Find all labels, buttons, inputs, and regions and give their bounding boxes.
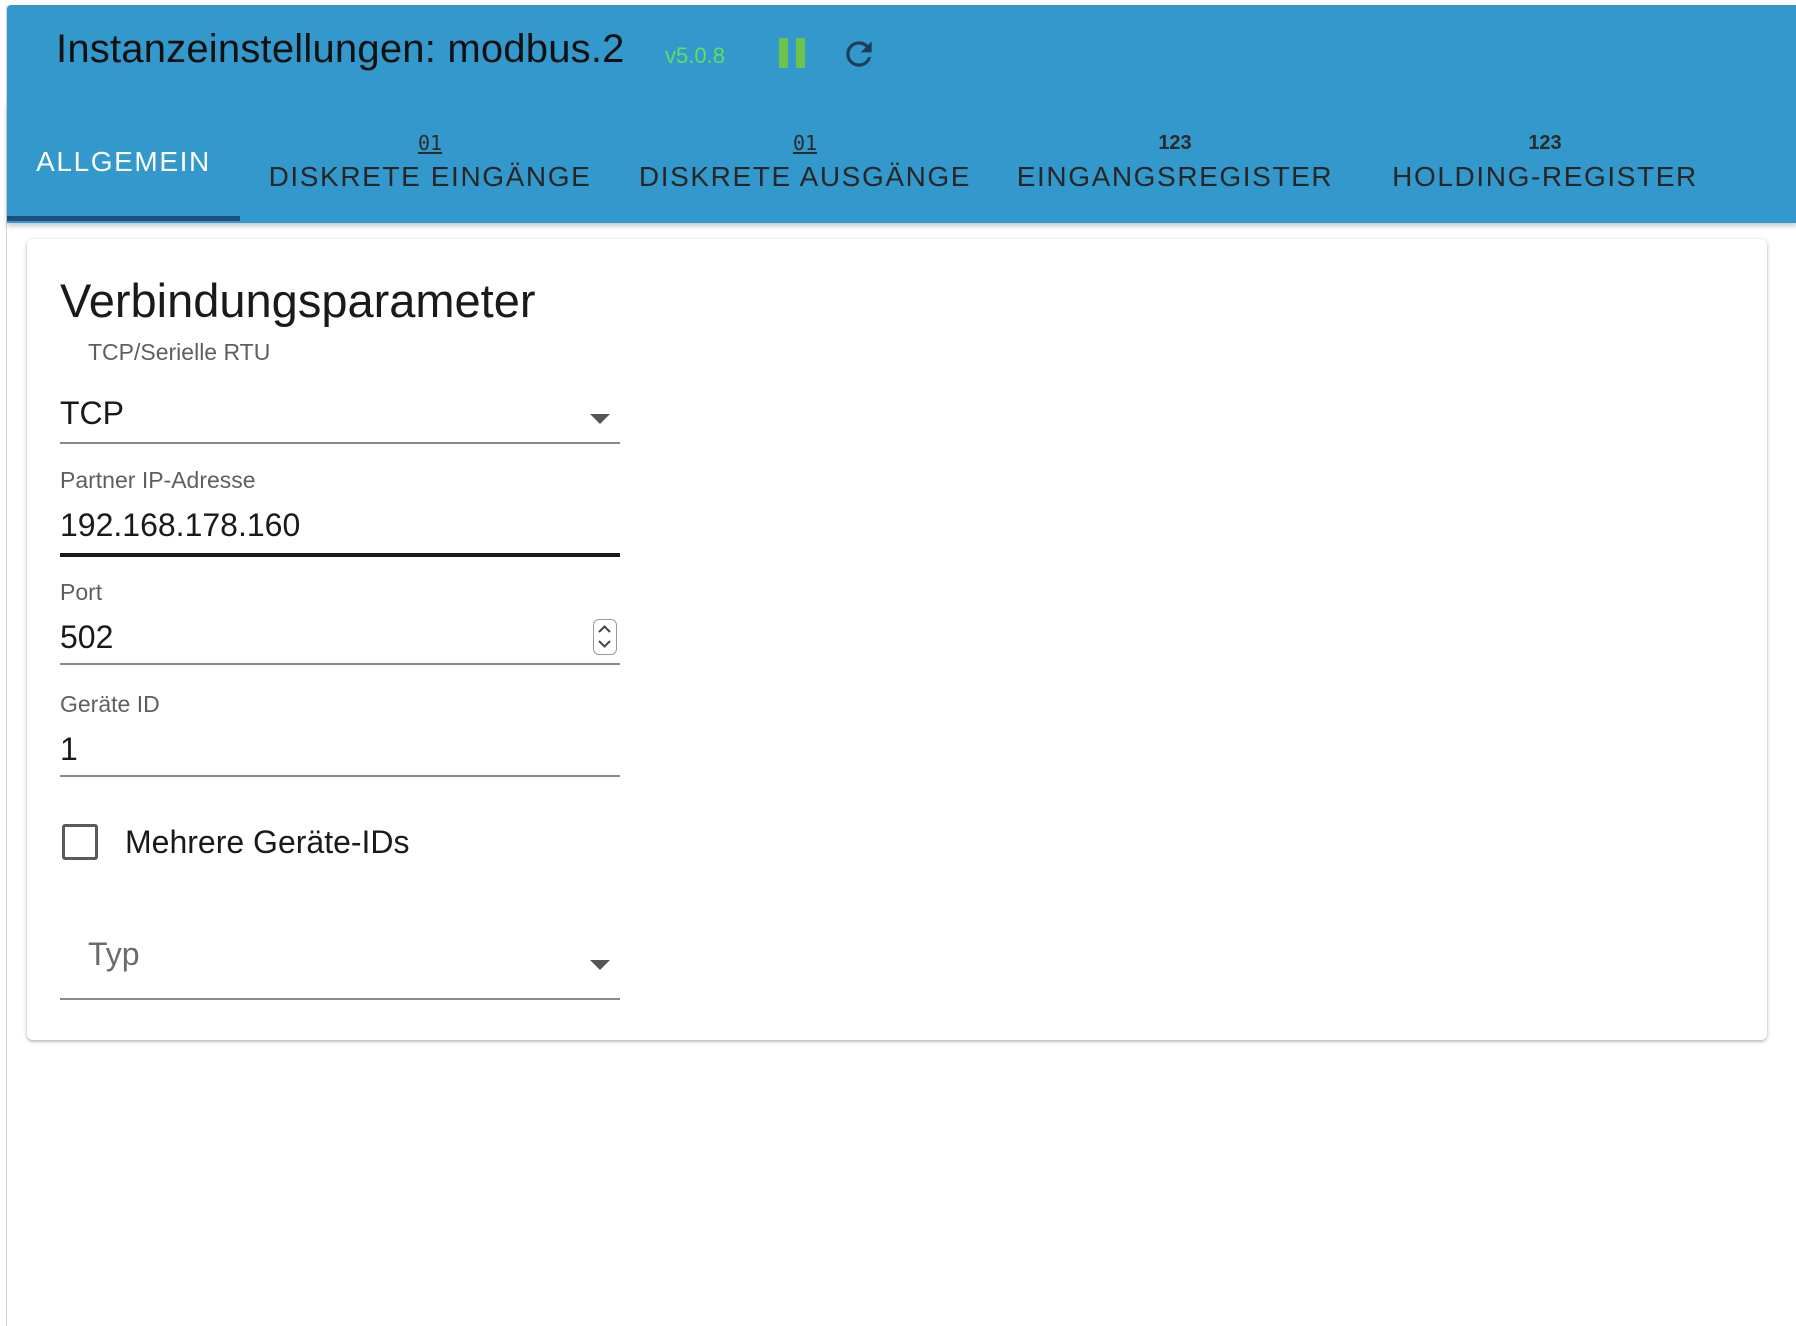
binary-icon: 01 (792, 131, 818, 155)
settings-window: Instanzeinstellungen: modbus.2 v5.0.8 AL… (6, 5, 1796, 1326)
port-label: Port (60, 579, 103, 605)
chevron-down-icon (590, 414, 610, 424)
type-placeholder: Typ (88, 936, 140, 972)
header-bar: Instanzeinstellungen: modbus.2 v5.0.8 (7, 5, 1796, 101)
multi-device-ids-label[interactable]: Mehrere Geräte-IDs (125, 824, 410, 861)
port-underline (60, 663, 620, 665)
device-id-underline (60, 775, 620, 777)
device-id-value: 1 (60, 731, 78, 767)
device-id-field[interactable]: Geräte ID 1 (60, 691, 620, 786)
port-stepper[interactable] (593, 619, 617, 655)
mode-select[interactable]: TCP/Serielle RTU TCP (60, 339, 620, 444)
tab-diskrete-eingaenge[interactable]: 01 DISKRETE EINGÄNGE (240, 101, 620, 223)
tab-holding-register[interactable]: 123 HOLDING-REGISTER (1360, 101, 1730, 223)
tab-eingangsregister[interactable]: 123 EINGANGSREGISTER (990, 101, 1360, 223)
tab-label: HOLDING-REGISTER (1392, 160, 1698, 192)
mode-value: TCP (60, 395, 124, 431)
chevron-down-icon (590, 960, 610, 970)
port-field[interactable]: Port 502 (60, 579, 620, 674)
pause-icon[interactable] (779, 38, 807, 68)
card-title: Verbindungsparameter (60, 274, 536, 327)
version-badge: v5.0.8 (665, 43, 725, 68)
reload-icon[interactable] (840, 35, 878, 73)
tab-label: EINGANGSREGISTER (1016, 160, 1334, 192)
numeric-icon: 123 (1158, 131, 1192, 154)
tab-label: DISKRETE EINGÄNGE (268, 161, 592, 192)
ip-underline (60, 553, 620, 557)
mode-underline (60, 442, 620, 444)
ip-label: Partner IP-Adresse (60, 467, 256, 493)
type-select[interactable]: Typ (60, 914, 620, 1009)
tab-bar: ALLGEMEIN 01 DISKRETE EINGÄNGE 01 DISKRE… (7, 101, 1796, 223)
tab-diskrete-ausgaenge[interactable]: 01 DISKRETE AUSGÄNGE (620, 101, 990, 223)
tab-allgemein[interactable]: ALLGEMEIN (7, 101, 240, 223)
mode-label: TCP/Serielle RTU (88, 339, 271, 365)
tab-label: DISKRETE AUSGÄNGE (638, 161, 972, 192)
ip-address-field[interactable]: Partner IP-Adresse 192.168.178.160 (60, 467, 620, 562)
pause-bar-left (779, 38, 788, 68)
port-value: 502 (60, 619, 114, 655)
binary-icon: 01 (417, 131, 443, 155)
tab-label: ALLGEMEIN (36, 146, 211, 177)
page-title: Instanzeinstellungen: modbus.2 (56, 27, 625, 71)
numeric-icon: 123 (1528, 131, 1562, 154)
ip-value: 192.168.178.160 (60, 507, 301, 543)
active-tab-indicator (7, 216, 240, 221)
connection-card: Verbindungsparameter TCP/Serielle RTU TC… (27, 239, 1767, 1040)
type-underline (60, 998, 620, 1000)
device-id-label: Geräte ID (60, 691, 160, 717)
multi-device-ids-checkbox[interactable] (62, 824, 98, 860)
pause-bar-right (796, 38, 805, 68)
